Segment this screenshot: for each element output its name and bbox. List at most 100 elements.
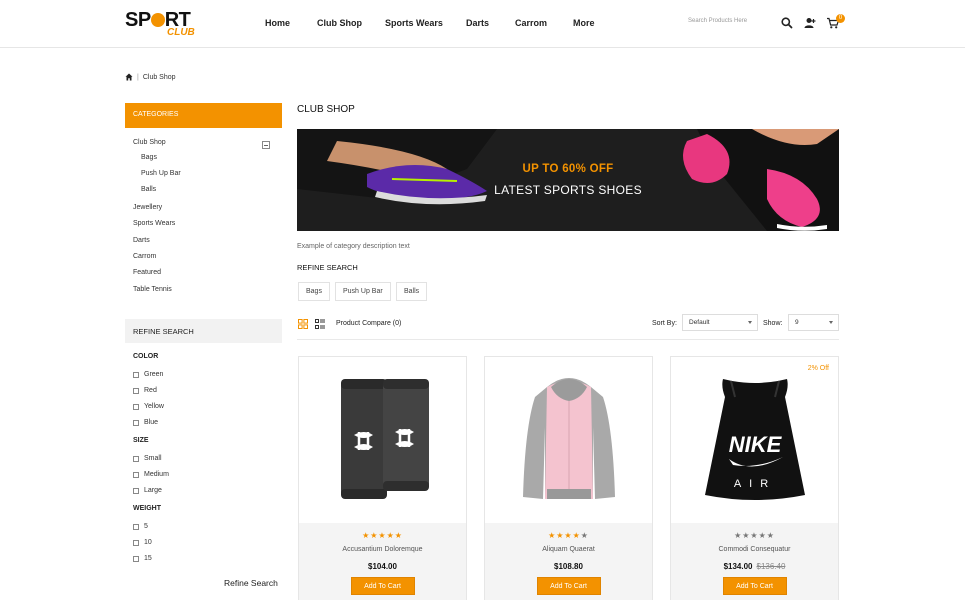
logo-sub: CLUB — [167, 27, 195, 38]
product-price: $108.80 — [554, 562, 583, 571]
product-name[interactable]: Aliquam Quaerat — [485, 546, 652, 553]
add-to-cart-button[interactable]: Add To Cart — [350, 577, 415, 595]
category-table-tennis[interactable]: Table Tennis — [133, 286, 172, 293]
product-name[interactable]: Commodi Consequatur — [671, 546, 838, 553]
breadcrumb-current[interactable]: Club Shop — [143, 74, 176, 81]
product-card[interactable]: ★★★★★ Aliquam Quaerat $108.80 Add To Car… — [484, 356, 653, 600]
product-info: ★★★★★ Commodi Consequatur $134.00 $136.40… — [671, 523, 838, 600]
product-image-hoodie[interactable] — [485, 357, 652, 523]
category-description: Example of category description text — [297, 243, 410, 250]
filter-option-green[interactable]: Green — [133, 371, 163, 378]
category-balls[interactable]: Balls — [141, 186, 156, 193]
filter-option-yellow[interactable]: Yellow — [133, 403, 164, 410]
page-title: CLUB SHOP — [297, 104, 355, 115]
refine-search-header: REFINE SEARCH — [125, 319, 282, 343]
filter-option-5[interactable]: 5 — [133, 523, 148, 530]
rating-stars: ★★★★★ — [548, 531, 589, 540]
checkbox[interactable] — [133, 387, 139, 394]
list-view-icon[interactable] — [315, 319, 325, 329]
checkbox[interactable] — [133, 555, 139, 562]
nav-sports-wears[interactable]: Sports Wears — [385, 18, 443, 28]
checkbox[interactable] — [133, 455, 139, 462]
filter-option-medium[interactable]: Medium — [133, 471, 169, 478]
rating-stars: ★★★★★ — [362, 531, 403, 540]
show-select[interactable]: 9 — [788, 314, 839, 331]
cart-count-badge: 0 — [836, 14, 845, 23]
grid-view-icon[interactable] — [298, 319, 308, 329]
refine-search-button[interactable]: Refine Search — [224, 578, 278, 588]
product-price: $104.00 — [368, 562, 397, 571]
nav-carrom[interactable]: Carrom — [515, 18, 547, 28]
chevron-down-icon — [748, 321, 752, 324]
toolbar-divider — [297, 339, 839, 340]
category-featured[interactable]: Featured — [133, 269, 161, 276]
rating-stars: ★★★★★ — [734, 531, 775, 540]
category-jewellery[interactable]: Jewellery — [133, 204, 162, 211]
discount-badge: 2% Off — [807, 365, 829, 372]
refine-chip-balls[interactable]: Balls — [396, 282, 428, 301]
checkbox[interactable] — [133, 419, 139, 426]
site-header: SP RT CLUB Home Club Shop Sports Wears Da… — [0, 0, 965, 48]
filter-title-color: COLOR — [133, 353, 159, 360]
breadcrumb: | Club Shop — [125, 73, 176, 81]
add-to-cart-button[interactable]: Add To Cart — [722, 577, 787, 595]
breadcrumb-separator: | — [137, 73, 139, 81]
sort-value: Default — [689, 319, 710, 326]
product-info: ★★★★★ Accusantium Doloremque $104.00 Add… — [299, 523, 466, 600]
ball-icon — [150, 13, 165, 27]
bag-logo-text: NIKE — [729, 432, 783, 457]
search-icon[interactable] — [780, 16, 794, 30]
add-to-cart-button[interactable]: Add To Cart — [536, 577, 601, 595]
product-image-drawstring-bag[interactable]: NIKE AIR — [671, 357, 838, 523]
nav-darts[interactable]: Darts — [466, 18, 489, 28]
nav-home[interactable]: Home — [265, 18, 290, 28]
checkbox[interactable] — [133, 487, 139, 494]
chevron-down-icon — [829, 321, 833, 324]
checkbox[interactable] — [133, 523, 139, 530]
banner-subheadline: LATEST SPORTS SHOES — [494, 183, 642, 197]
banner-image — [297, 129, 839, 231]
product-name[interactable]: Accusantium Doloremque — [299, 546, 466, 553]
refine-chip-push-up-bar[interactable]: Push Up Bar — [335, 282, 391, 301]
category-darts[interactable]: Darts — [133, 237, 150, 244]
show-value: 9 — [795, 319, 799, 326]
filter-option-large[interactable]: Large — [133, 487, 162, 494]
refine-search-title: REFINE SEARCH — [297, 263, 358, 272]
product-price: $134.00 $136.40 — [723, 562, 786, 571]
checkbox[interactable] — [133, 471, 139, 478]
logo[interactable]: SP RT CLUB — [125, 9, 200, 39]
add-user-icon[interactable] — [803, 16, 817, 30]
sort-select[interactable]: Default — [682, 314, 758, 331]
show-label: Show: — [763, 320, 783, 327]
filter-option-red[interactable]: Red — [133, 387, 157, 394]
category-push-up-bar[interactable]: Push Up Bar — [141, 170, 181, 177]
category-sports-wears[interactable]: Sports Wears — [133, 220, 175, 227]
category-club-shop[interactable]: Club Shop — [133, 139, 166, 146]
category-bags[interactable]: Bags — [141, 154, 157, 161]
search-input[interactable]: Search Products Here — [688, 18, 778, 24]
sort-label: Sort By: — [652, 320, 677, 327]
checkbox[interactable] — [133, 403, 139, 410]
filter-option-15[interactable]: 15 — [133, 555, 152, 562]
product-card[interactable]: NIKE AIR 2% Off ★★★★★ Commodi Consequatu… — [670, 356, 839, 600]
product-compare-link[interactable]: Product Compare (0) — [336, 320, 401, 327]
checkbox[interactable] — [133, 371, 139, 378]
product-info: ★★★★★ Aliquam Quaerat $108.80 Add To Car… — [485, 523, 652, 600]
filter-option-blue[interactable]: Blue — [133, 419, 158, 426]
filter-title-size: SIZE — [133, 437, 149, 444]
category-banner[interactable]: UP TO 60% OFF LATEST SPORTS SHOES — [297, 129, 839, 231]
nav-more[interactable]: More — [573, 18, 595, 28]
filter-option-small[interactable]: Small — [133, 455, 162, 462]
nav-club-shop[interactable]: Club Shop — [317, 18, 362, 28]
collapse-icon[interactable] — [262, 141, 270, 149]
bag-logo-subtext: AIR — [734, 478, 776, 490]
product-image-wristbands[interactable] — [299, 357, 466, 523]
category-carrom[interactable]: Carrom — [133, 253, 156, 260]
filter-option-10[interactable]: 10 — [133, 539, 152, 546]
refine-chip-bags[interactable]: Bags — [298, 282, 330, 301]
product-card[interactable]: ★★★★★ Accusantium Doloremque $104.00 Add… — [298, 356, 467, 600]
checkbox[interactable] — [133, 539, 139, 546]
banner-headline: UP TO 60% OFF — [522, 163, 614, 175]
home-icon[interactable] — [125, 73, 133, 81]
filter-title-weight: WEIGHT — [133, 505, 161, 512]
